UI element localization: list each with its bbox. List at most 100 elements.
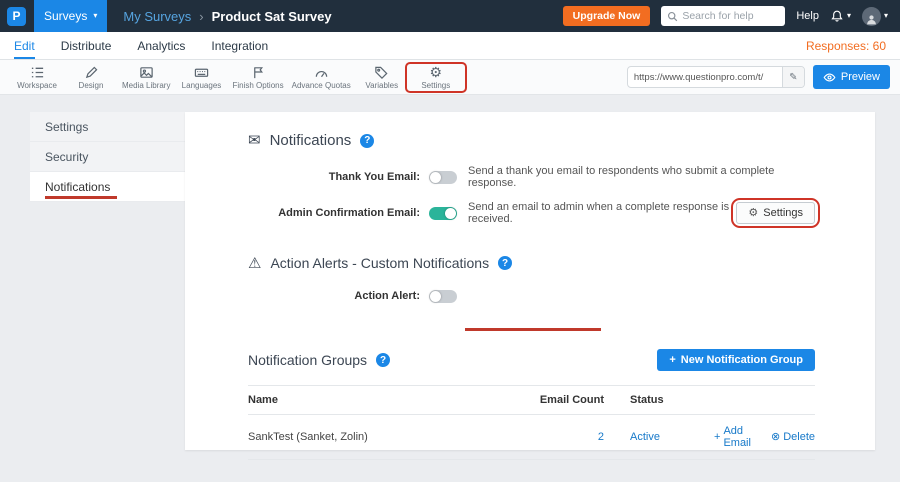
group-email-count-link[interactable]: 2 [538,431,604,443]
table-row: SankTest (Sanket, Zolin) 2 Active + Add … [248,415,815,460]
toolbar-item-advance-quotas[interactable]: Advance Quotas [288,65,355,90]
toolbar-item-languages[interactable]: Languages [174,65,228,90]
bell-icon [830,9,844,23]
admin-email-settings-label: Settings [763,207,803,219]
responses-count-link[interactable]: Responses: 60 [806,39,886,53]
gear-icon: ⚙ [748,208,758,219]
notification-groups-header-row: Notification Groups ? + New Notification… [248,349,815,371]
breadcrumb-current-survey: Product Sat Survey [212,9,332,24]
tab-edit[interactable]: Edit [14,32,35,59]
action-alerts-section-title: Action Alerts - Custom Notifications [270,255,489,271]
chevron-down-icon: ▾ [884,12,888,20]
survey-url-field: ✎ [627,66,805,88]
new-notification-group-button[interactable]: + New Notification Group [657,349,815,371]
delete-link[interactable]: ⊗ Delete [771,425,815,449]
search-icon [667,11,678,22]
topbar-right-group: Upgrade Now Help ▾ ▾ [563,6,888,26]
media-library-icon [139,65,154,80]
thank-you-email-label: Thank You Email: [248,171,420,183]
sidebar-item-security[interactable]: Security [30,142,185,172]
avatar [862,7,881,26]
toolbar-item-workspace[interactable]: Workspace [10,65,64,90]
table-header-row: Name Email Count Status [248,385,815,415]
new-notification-group-label: New Notification Group [681,354,803,366]
surveys-menu-button[interactable]: Surveys ▾ [34,0,107,32]
add-email-label: Add Email [723,425,757,449]
toolbar-item-settings[interactable]: ⚙ Settings [409,65,463,90]
breadcrumb-my-surveys[interactable]: My Surveys [123,9,191,24]
toolbar-item-variables[interactable]: Variables [355,65,409,90]
action-alert-toggle[interactable] [429,290,457,303]
delete-label: Delete [783,431,815,443]
notifications-bell-button[interactable]: ▾ [830,9,851,23]
toolbar-item-label: Variables [365,81,398,90]
thank-you-email-description: Send a thank you email to respondents wh… [468,165,815,189]
notification-groups-section-header: Notification Groups ? [248,352,390,368]
preview-label: Preview [841,71,880,83]
column-header-name: Name [248,394,538,406]
action-alert-label: Action Alert: [248,290,420,302]
toolbar-item-label: Advance Quotas [292,81,351,90]
plus-icon: + [669,354,675,366]
action-alerts-section-header: ⚠ Action Alerts - Custom Notifications ? [248,255,815,271]
admin-confirmation-email-toggle[interactable] [429,207,457,220]
chevron-down-icon: ▾ [847,12,851,20]
thank-you-email-toggle[interactable] [429,171,457,184]
advance-quotas-icon [314,65,329,80]
delete-icon: ⊗ [771,432,780,443]
help-icon[interactable]: ? [376,353,390,367]
thank-you-email-row: Thank You Email: Send a thank you email … [248,165,815,189]
preview-button[interactable]: Preview [813,65,890,89]
toolbar-item-label: Workspace [17,81,57,90]
notifications-section-title: Notifications [270,132,352,149]
notifications-panel: ✉ Notifications ? Thank You Email: Send … [185,112,875,450]
design-icon [84,65,99,80]
questionpro-logo[interactable]: P [7,7,26,26]
toolbar-item-design[interactable]: Design [64,65,118,90]
toolbar-item-finish-options[interactable]: Finish Options [228,65,287,90]
edit-url-button[interactable]: ✎ [782,67,804,87]
annotation-underline-admin-email [465,328,601,331]
workspace-icon [30,65,45,80]
group-name-cell: SankTest (Sanket, Zolin) [248,431,538,443]
warning-icon: ⚠ [248,256,261,271]
surveys-menu-label: Surveys [44,9,87,23]
toolbar-right-group: ✎ Preview [627,65,890,89]
help-icon[interactable]: ? [360,134,374,148]
group-actions-cell: + Add Email ⊗ Delete [714,425,815,449]
envelope-icon: ✉ [248,133,261,148]
nav-tabs: Edit Distribute Analytics Integration [14,32,268,59]
toolbar-item-media-library[interactable]: Media Library [118,65,174,90]
eye-icon [823,72,836,83]
sidebar-item-label: Settings [45,120,88,134]
survey-url-input[interactable] [628,72,782,83]
admin-confirmation-email-label: Admin Confirmation Email: [248,207,420,219]
toolbar-item-label: Finish Options [232,81,283,90]
notification-groups-table: Name Email Count Status SankTest (Sanket… [248,385,815,460]
sidebar-item-settings[interactable]: Settings [30,112,185,142]
app-window: P Surveys ▾ My Surveys › Product Sat Sur… [0,0,900,482]
notification-groups-title: Notification Groups [248,352,367,368]
chevron-down-icon: ▾ [93,12,97,20]
sidebar-item-notifications[interactable]: Notifications [30,172,185,202]
tab-analytics[interactable]: Analytics [137,32,185,59]
help-icon[interactable]: ? [498,256,512,270]
upgrade-now-button[interactable]: Upgrade Now [563,6,651,26]
edit-toolbar: Workspace Design Media Library Languages… [0,60,900,95]
admin-confirmation-email-description: Send an email to admin when a complete r… [468,201,736,225]
toolbar-item-label: Media Library [122,81,170,90]
add-email-link[interactable]: + Add Email [714,425,757,449]
breadcrumb-separator-icon: › [199,9,203,24]
tab-integration[interactable]: Integration [211,32,268,59]
help-link[interactable]: Help [796,10,819,22]
settings-sidebar: Settings Security Notifications [30,112,185,202]
help-search-box [661,6,785,26]
toolbar-item-label: Languages [182,81,222,90]
toolbar-item-label: Settings [421,81,450,90]
group-status-link[interactable]: Active [630,431,714,443]
survey-nav-bar: Edit Distribute Analytics Integration Re… [0,32,900,60]
admin-email-settings-button[interactable]: ⚙ Settings [736,202,815,224]
tab-distribute[interactable]: Distribute [61,32,112,59]
help-search-input[interactable] [682,10,779,22]
account-menu-button[interactable]: ▾ [862,7,888,26]
